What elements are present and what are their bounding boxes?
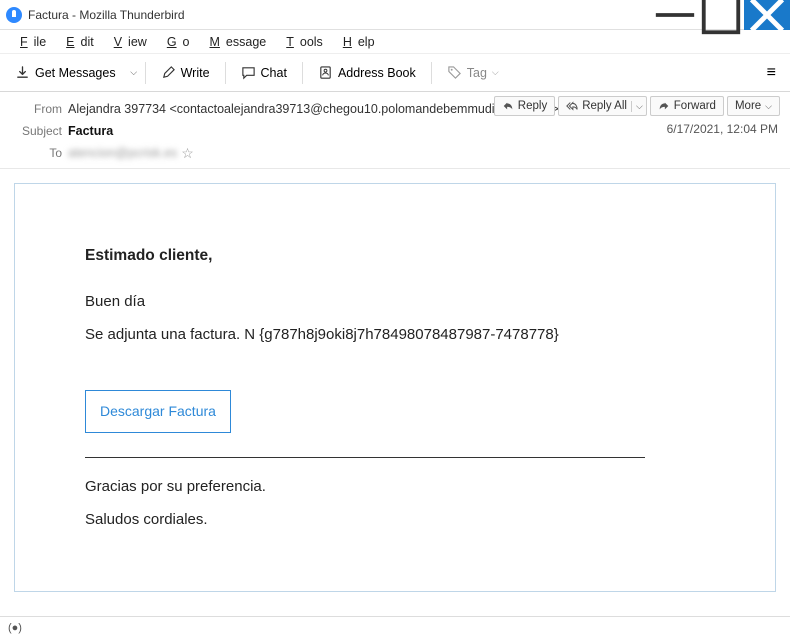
reply-button[interactable]: Reply bbox=[494, 96, 555, 116]
minimize-button[interactable] bbox=[652, 0, 698, 30]
reply-all-button[interactable]: Reply All ⌵ bbox=[558, 96, 647, 116]
reply-icon bbox=[502, 100, 514, 112]
download-icon bbox=[15, 65, 30, 80]
status-bar: (●) bbox=[0, 616, 790, 638]
pencil-icon bbox=[161, 65, 176, 80]
chat-label: Chat bbox=[261, 66, 287, 80]
address-book-label: Address Book bbox=[338, 66, 416, 80]
write-label: Write bbox=[181, 66, 210, 80]
menu-message[interactable]: Message bbox=[198, 33, 273, 51]
from-label: From bbox=[16, 102, 68, 116]
tag-icon bbox=[447, 65, 462, 80]
header-subject-row: Subject Factura bbox=[16, 120, 780, 142]
message-header: Reply Reply All ⌵ Forward More ⌵ From Al… bbox=[0, 92, 790, 168]
address-book-icon bbox=[318, 65, 333, 80]
menu-help[interactable]: Help bbox=[331, 33, 381, 51]
body-divider bbox=[85, 457, 645, 458]
menu-go[interactable]: Go bbox=[155, 33, 196, 51]
body-closing: Saludos cordiales. bbox=[85, 509, 705, 532]
get-messages-button[interactable]: Get Messages bbox=[6, 60, 125, 85]
forward-label: Forward bbox=[674, 100, 716, 112]
menu-edit[interactable]: Edit bbox=[54, 33, 100, 51]
get-messages-dropdown[interactable]: ⌵ bbox=[129, 63, 139, 82]
menu-tools[interactable]: Tools bbox=[274, 33, 329, 51]
to-label: To bbox=[16, 146, 68, 160]
reply-label: Reply bbox=[518, 100, 547, 112]
maximize-button[interactable] bbox=[698, 0, 744, 30]
get-messages-label: Get Messages bbox=[35, 66, 116, 80]
to-value[interactable]: atencion@pcrisk.es ☆ bbox=[68, 145, 780, 162]
body-thanks: Gracias por su preferencia. bbox=[85, 476, 705, 499]
menu-bar: File Edit View Go Message Tools Help bbox=[0, 30, 790, 54]
app-menu-button[interactable]: ≡ bbox=[759, 60, 784, 86]
reply-all-icon bbox=[566, 100, 578, 112]
activity-icon: (●) bbox=[8, 622, 22, 634]
tag-label: Tag bbox=[467, 66, 487, 80]
body-line1: Buen día bbox=[85, 291, 705, 314]
body-greeting: Estimado cliente, bbox=[85, 244, 705, 267]
subject-label: Subject bbox=[16, 124, 68, 138]
close-button[interactable] bbox=[744, 0, 790, 30]
message-body-container: Estimado cliente, Buen día Se adjunta un… bbox=[0, 168, 790, 616]
header-to-row: To atencion@pcrisk.es ☆ bbox=[16, 142, 780, 164]
message-actions: Reply Reply All ⌵ Forward More ⌵ bbox=[494, 96, 780, 116]
chat-button[interactable]: Chat bbox=[232, 60, 296, 85]
message-scroll-area[interactable]: Estimado cliente, Buen día Se adjunta un… bbox=[0, 169, 790, 616]
window-titlebar: Factura - Mozilla Thunderbird bbox=[0, 0, 790, 30]
chat-icon bbox=[241, 65, 256, 80]
window-title: Factura - Mozilla Thunderbird bbox=[28, 8, 652, 22]
more-label: More bbox=[735, 100, 761, 112]
download-invoice-button[interactable]: Descargar Factura bbox=[85, 390, 231, 433]
star-icon[interactable]: ☆ bbox=[181, 145, 194, 162]
forward-icon bbox=[658, 100, 670, 112]
menu-file[interactable]: File bbox=[8, 33, 52, 51]
write-button[interactable]: Write bbox=[152, 60, 219, 85]
email-body: Estimado cliente, Buen día Se adjunta un… bbox=[14, 183, 776, 592]
address-book-button[interactable]: Address Book bbox=[309, 60, 425, 85]
tag-button[interactable]: Tag ⌵ bbox=[438, 60, 508, 85]
message-datetime: 6/17/2021, 12:04 PM bbox=[667, 122, 778, 136]
body-line2: Se adjunta una factura. N {g787h8j9oki8j… bbox=[85, 324, 705, 347]
menu-view[interactable]: View bbox=[102, 33, 153, 51]
thunderbird-icon bbox=[6, 7, 22, 23]
more-button[interactable]: More ⌵ bbox=[727, 96, 780, 116]
forward-button[interactable]: Forward bbox=[650, 96, 724, 116]
main-toolbar: Get Messages ⌵ Write Chat Address Book T… bbox=[0, 54, 790, 92]
reply-all-label: Reply All bbox=[582, 100, 627, 112]
